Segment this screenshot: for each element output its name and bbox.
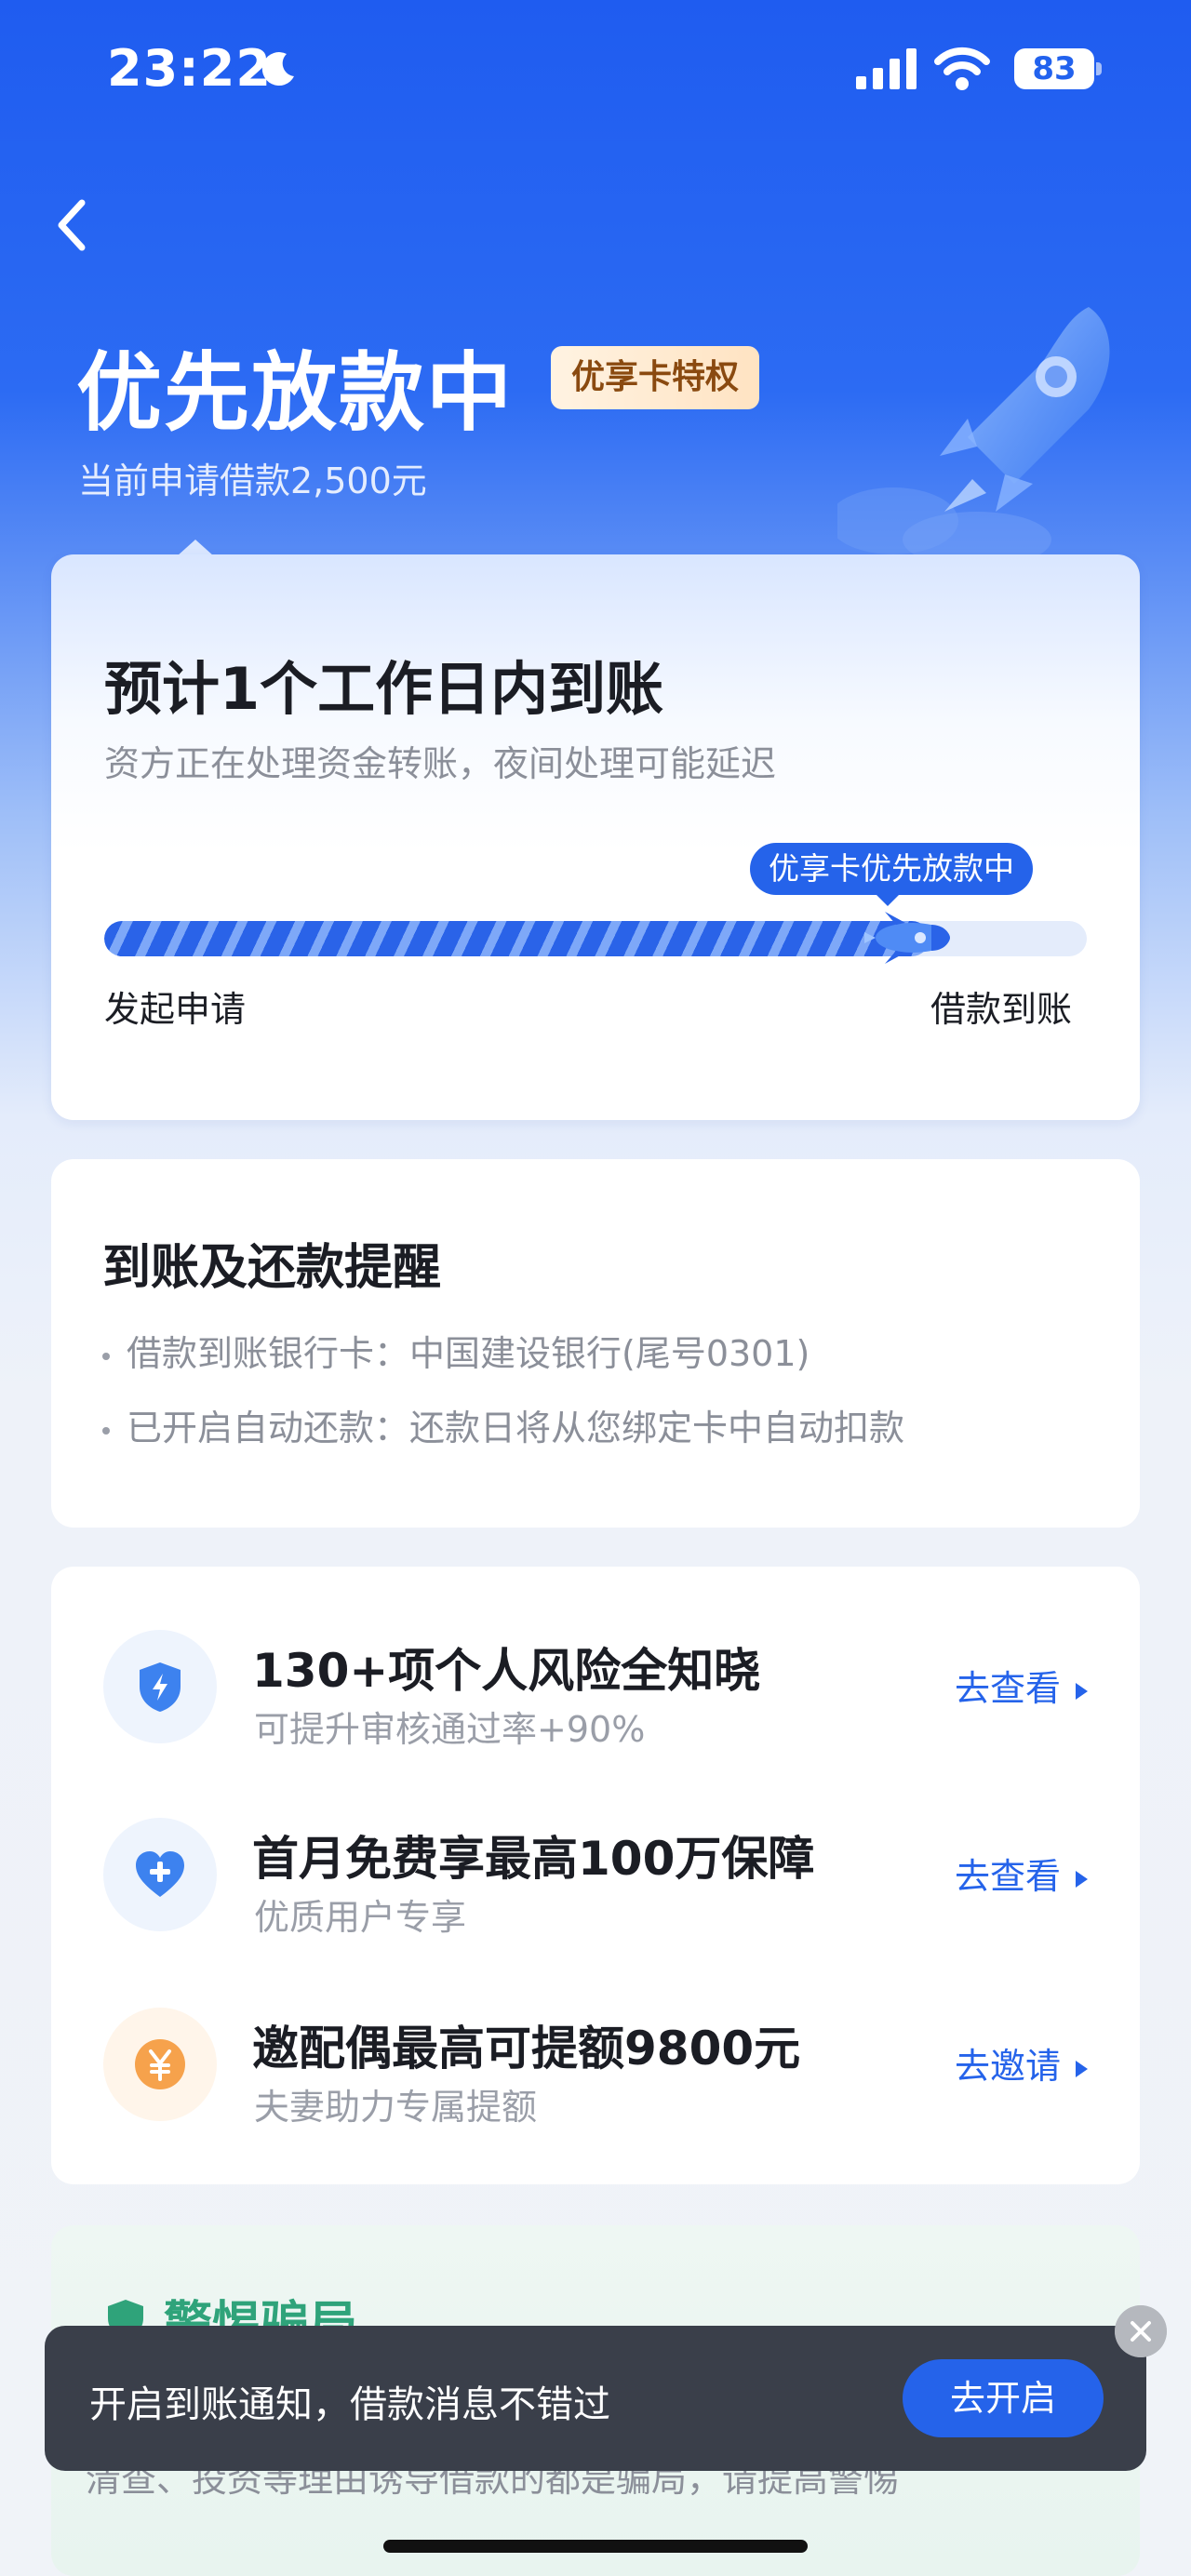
shield-lightning-icon <box>140 1662 181 1712</box>
rocket-icon <box>864 912 950 964</box>
yuan-coin-icon <box>135 2039 185 2089</box>
invite-button[interactable]: 去邀请 <box>955 2037 1088 2089</box>
eta-title: 预计1个工作日内到账 <box>104 655 664 723</box>
view-button-label: 去查看 <box>954 1668 1061 1709</box>
service-icon-bg <box>103 1818 217 1931</box>
service-icon-bg <box>103 1630 217 1743</box>
home-indicator <box>383 2540 808 2553</box>
loan-status-card <box>51 554 1140 1120</box>
notification-toast: 开启到账通知，借款消息不错过 去开启 <box>45 2326 1146 2471</box>
reminder-title: 到账及还款提醒 <box>102 1240 442 1296</box>
wifi-icon <box>934 47 990 90</box>
service-subtitle: 夫妻助力专属提额 <box>254 2087 538 2128</box>
service-risk-report[interactable]: 130+项个人风险全知晓 可提升审核通过率+90% 去查看 <box>51 1608 1140 1775</box>
privilege-badge: 优享卡特权 <box>551 346 760 409</box>
service-title: 首月免费享最高100万保障 <box>252 1832 815 1886</box>
play-arrow-icon <box>1076 2060 1088 2077</box>
heart-plus-icon <box>136 1851 184 1897</box>
reminder-auto-repay: 已开启自动还款：还款日将从您绑定卡中自动扣款 <box>102 1399 904 1450</box>
service-icon-bg <box>103 2008 217 2121</box>
close-icon[interactable] <box>1115 2305 1167 2357</box>
progress-start-label: 发起申请 <box>104 989 247 1030</box>
status-time: 23:22 <box>107 39 272 98</box>
battery-level: 83 <box>1032 50 1077 87</box>
progress-tag-pointer <box>875 893 901 906</box>
enable-notification-button[interactable]: 去开启 <box>903 2359 1104 2437</box>
eta-subtitle: 资方正在处理资金转账，夜间处理可能延迟 <box>104 743 777 784</box>
view-button[interactable]: 去查看 <box>955 1660 1088 1711</box>
progress-tag: 优享卡优先放款中 <box>750 843 1033 895</box>
play-arrow-icon <box>1076 1870 1088 1888</box>
reminder-bank-card: 借款到账银行卡：中国建设银行(尾号0301) <box>102 1325 810 1376</box>
view-button[interactable]: 去查看 <box>955 1848 1088 1899</box>
rocket-illustration <box>837 307 1110 567</box>
invite-button-label: 去邀请 <box>954 2046 1061 2087</box>
service-invite-spouse[interactable]: 邀配偶最高可提额9800元 夫妻助力专属提额 去邀请 <box>51 1985 1140 2153</box>
progress-fill <box>104 921 930 956</box>
service-title: 130+项个人风险全知晓 <box>252 1644 761 1698</box>
progress-end-label: 借款到账 <box>930 989 1073 1030</box>
service-title: 邀配偶最高可提额9800元 <box>252 2022 801 2075</box>
reminder-auto-repay-text: 已开启自动还款：还款日将从您绑定卡中自动扣款 <box>127 1408 905 1448</box>
service-subtitle: 可提升审核通过率+90% <box>254 1709 646 1750</box>
moon-icon <box>261 52 294 87</box>
view-button-label: 去查看 <box>954 1856 1061 1897</box>
play-arrow-icon <box>1076 1682 1088 1700</box>
status-bar: 23:22 83 <box>0 0 1191 140</box>
back-arrow-icon[interactable] <box>48 194 95 257</box>
page-title: 优先放款中 <box>76 343 515 443</box>
signal-icon <box>856 48 917 89</box>
loan-amount-text: 当前申请借款2,500元 <box>78 460 427 501</box>
service-subtitle: 优质用户专享 <box>254 1897 467 1938</box>
service-insurance[interactable]: 首月免费享最高100万保障 优质用户专享 去查看 <box>51 1795 1140 1963</box>
reminder-bank-card-text: 借款到账银行卡：中国建设银行(尾号0301) <box>127 1333 810 1374</box>
toast-text: 开启到账通知，借款消息不错过 <box>89 2383 610 2426</box>
battery-indicator: 83 <box>1014 48 1102 89</box>
